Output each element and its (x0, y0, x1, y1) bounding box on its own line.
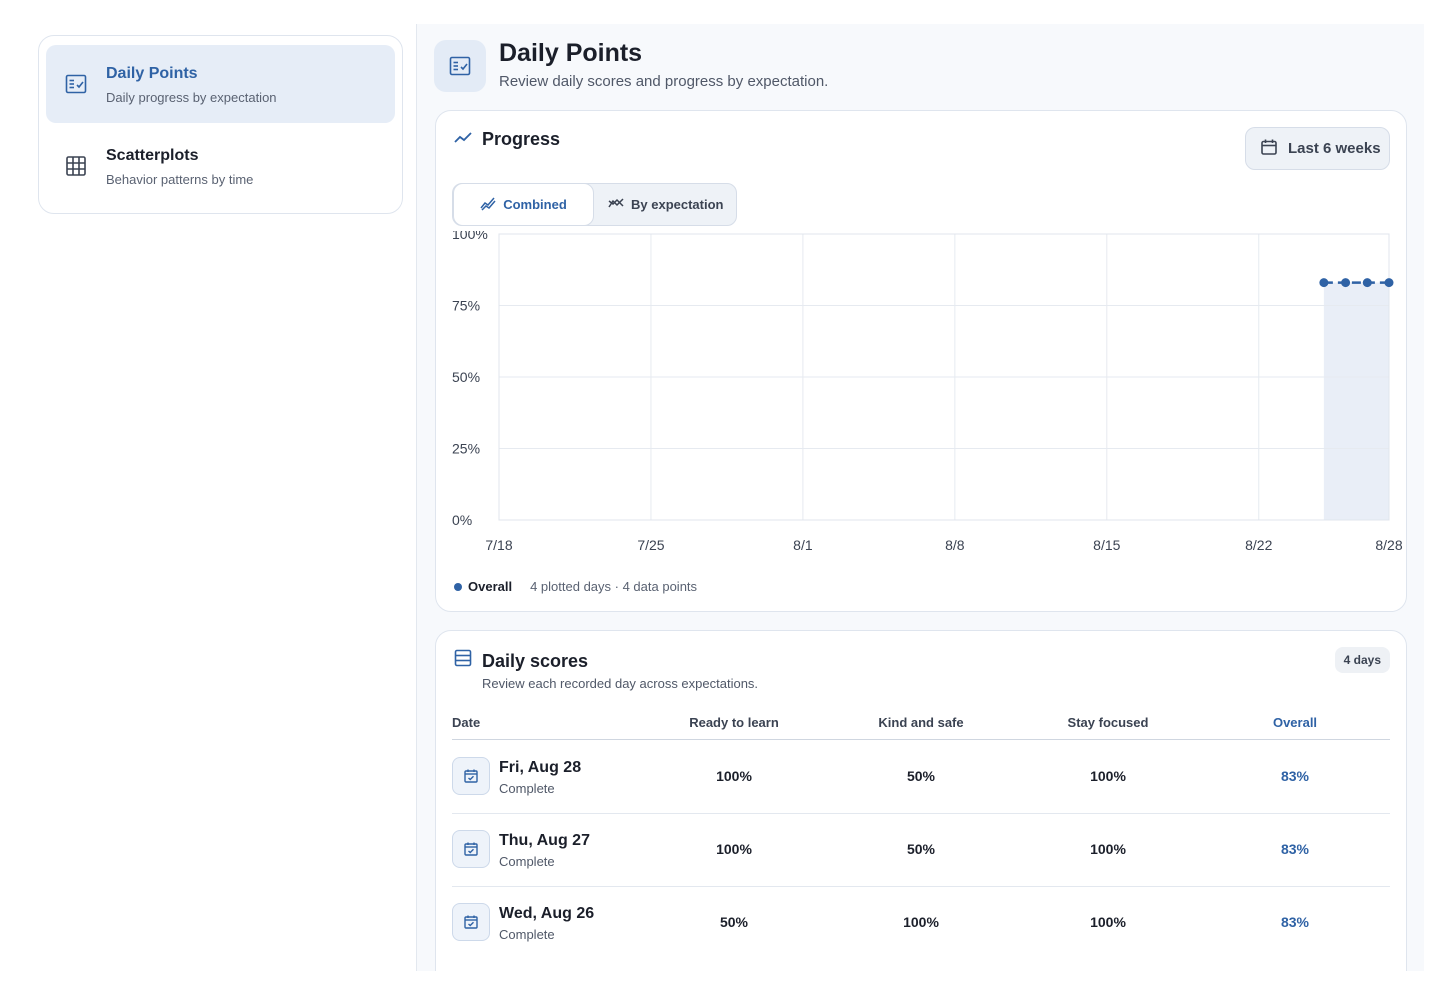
cell-kind: 50% (906, 768, 936, 784)
highlight-band (1323, 282, 1389, 520)
date-range-button[interactable]: Last 6 weeks (1245, 127, 1390, 170)
daily-scores-subtitle: Review each recorded day across expectat… (482, 676, 759, 691)
app-frame: Daily Points Daily progress by expectati… (24, 24, 1424, 971)
sidebar-item-title: Scatterplots (106, 147, 199, 164)
progress-card: Progress Last 6 weeks Combined By expect… (435, 110, 1407, 612)
data-point (1384, 278, 1394, 288)
legend-meta: 4 plotted days · 4 data points (530, 579, 698, 594)
column-header-ready: Ready to learn (689, 715, 779, 730)
column-header-overall: Overall (1272, 715, 1318, 730)
row-status: Complete (499, 927, 555, 942)
chart-legend: Overall 4 plotted days · 4 data points (454, 579, 697, 594)
legend-dot (454, 582, 462, 591)
days-count-badge: 4 days (1334, 647, 1390, 673)
tab-combined-label: Combined (503, 197, 567, 212)
data-point (1341, 278, 1351, 288)
x-tick-label: 8/1 (793, 537, 813, 553)
date-range-label: Last 6 weeks (1288, 140, 1381, 157)
cell-ready: 50% (719, 914, 749, 930)
column-header-date: Date (452, 715, 481, 730)
cell-overall: 83% (1280, 914, 1310, 930)
progress-line-chart: 100% 75% 50% 25% 0% 7/18 7/25 8/1 8/8 8/15 8/22 8/2… (452, 231, 1403, 553)
x-tick-label: 8/8 (945, 537, 965, 553)
progress-title: Progress (482, 129, 561, 149)
sidebar-item-scatterplots[interactable]: Scatterplots Behavior patterns by time (46, 127, 395, 205)
cell-overall: 83% (1280, 768, 1310, 784)
y-tick-label: 25% (452, 441, 480, 457)
table-row[interactable]: Fri, Aug 28 Complete 100% 50% 100% 83% (452, 740, 1390, 813)
row-date: Fri, Aug 28 (499, 759, 582, 776)
cell-ready: 100% (716, 841, 752, 857)
table-row[interactable]: Wed, Aug 26 Complete 50% 100% 100% 83% (452, 886, 1390, 959)
checklist-icon (64, 72, 88, 96)
y-tick-label: 0% (452, 512, 472, 528)
main-content: Daily Points Review daily scores and pro… (418, 24, 1424, 971)
y-tick-label: 50% (452, 369, 480, 385)
cell-ready: 100% (716, 768, 752, 784)
legend-series-name: Overall (468, 579, 513, 594)
x-tick-label: 7/18 (485, 537, 512, 553)
sidebar-item-daily-points[interactable]: Daily Points Daily progress by expectati… (46, 45, 395, 123)
line-chart-icon (480, 195, 496, 214)
page-title: Daily Points (499, 39, 643, 67)
view-toggle: Combined By expectation (452, 183, 737, 226)
cell-focused: 100% (1090, 914, 1126, 930)
row-status: Complete (499, 854, 555, 869)
tab-combined[interactable]: Combined (453, 183, 594, 226)
tab-by-expectation-label: By expectation (631, 197, 724, 212)
sidebar-item-subtitle: Daily progress by expectation (106, 90, 277, 105)
row-date: Wed, Aug 26 (499, 905, 595, 922)
x-tick-label: 8/28 (1375, 537, 1402, 553)
x-tick-label: 7/25 (637, 537, 664, 553)
y-tick-label: 75% (452, 298, 480, 314)
table-row[interactable]: Thu, Aug 27 Complete 100% 50% 100% 83% (452, 813, 1390, 886)
trend-icon (453, 128, 473, 153)
column-header-kind: Kind and safe (878, 715, 964, 730)
cell-kind: 50% (906, 841, 936, 857)
page-subtitle: Review daily scores and progress by expe… (499, 73, 829, 90)
daily-scores-card: Daily scores Review each recorded day ac… (435, 630, 1407, 971)
nav-card: Daily Points Daily progress by expectati… (38, 35, 403, 214)
x-tick-label: 8/22 (1245, 537, 1272, 553)
row-status: Complete (499, 781, 555, 796)
calendar-icon (1260, 138, 1278, 160)
sidebar: Daily Points Daily progress by expectati… (24, 24, 417, 971)
calendar-check-icon (452, 757, 490, 795)
data-point (1319, 278, 1329, 288)
cell-overall: 83% (1280, 841, 1310, 857)
checklist-icon (434, 40, 486, 92)
grid-icon (64, 154, 88, 178)
calendar-check-icon (452, 903, 490, 941)
x-tick-label: 8/15 (1093, 537, 1120, 553)
calendar-check-icon (452, 830, 490, 868)
tab-by-expectation[interactable]: By expectation (608, 184, 723, 225)
y-tick-label: 100% (452, 231, 488, 242)
row-date: Thu, Aug 27 (499, 832, 590, 849)
cell-focused: 100% (1090, 768, 1126, 784)
sidebar-item-title: Daily Points (106, 65, 198, 82)
multi-line-icon (608, 195, 624, 214)
daily-scores-title: Daily scores (482, 651, 589, 671)
column-header-focused: Stay focused (1067, 715, 1149, 730)
table-icon (453, 648, 473, 673)
cell-kind: 100% (903, 914, 939, 930)
cell-focused: 100% (1090, 841, 1126, 857)
sidebar-item-subtitle: Behavior patterns by time (106, 172, 254, 187)
data-point (1362, 278, 1372, 288)
